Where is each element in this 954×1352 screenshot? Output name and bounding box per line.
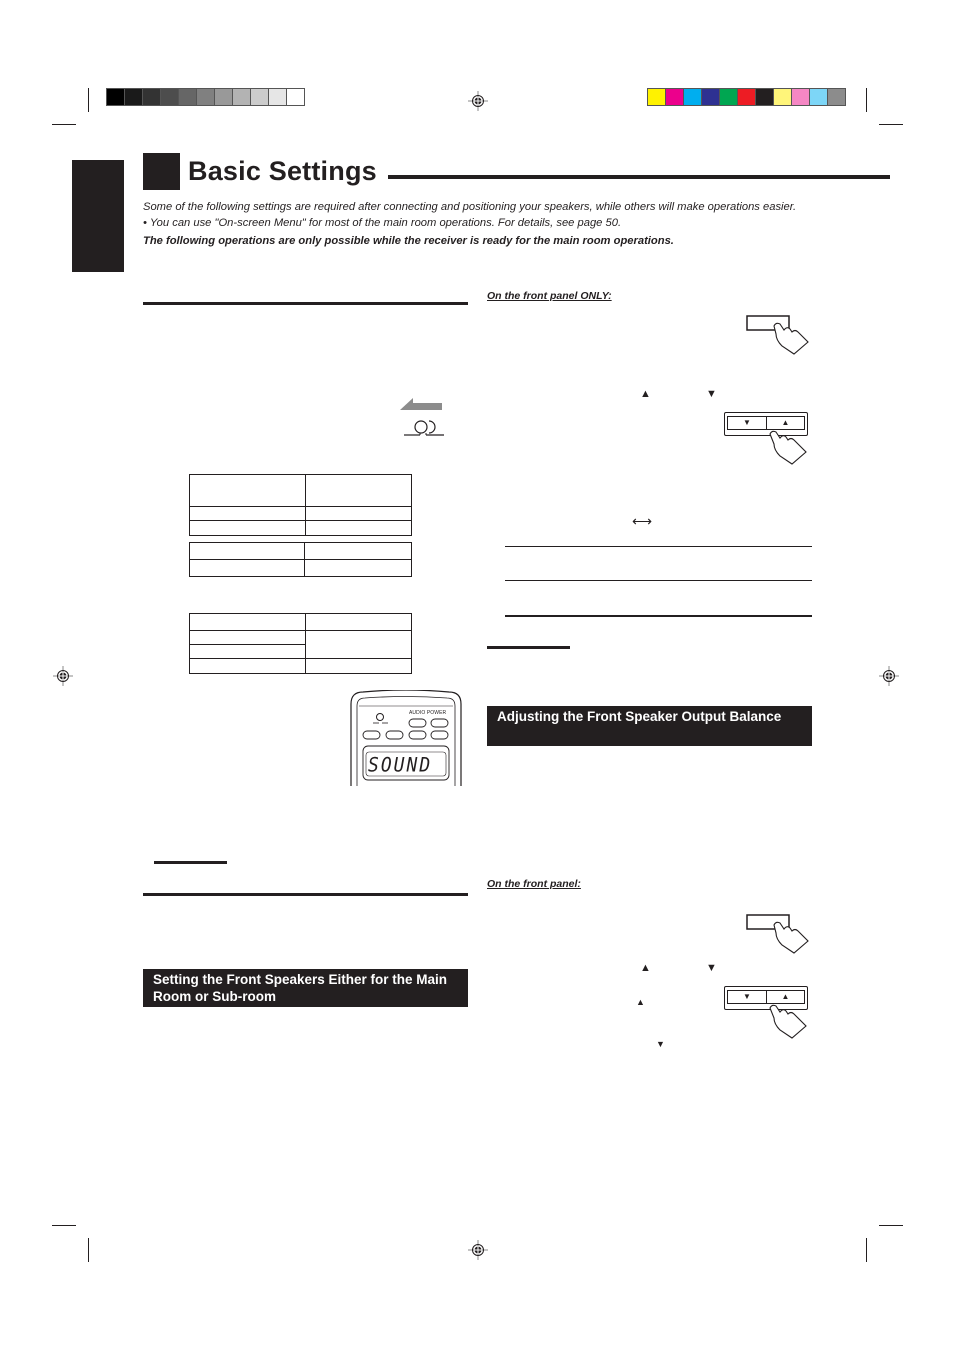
front-panel-only-label: On the front panel ONLY: bbox=[487, 290, 612, 302]
up-arrow-icon: ▲ bbox=[636, 997, 645, 1007]
registration-mark-icon bbox=[53, 666, 73, 686]
pointing-hand-icon bbox=[769, 1004, 807, 1039]
audio-power-label: AUDIO POWER bbox=[409, 710, 447, 716]
table-cell bbox=[305, 630, 412, 659]
down-arrow-icon: ▼ bbox=[656, 1039, 665, 1049]
section-rule bbox=[143, 893, 468, 896]
crop-mark bbox=[88, 1238, 89, 1262]
color-swatch bbox=[648, 89, 665, 105]
intro-bold-note: The following operations are only possib… bbox=[143, 235, 674, 247]
panel-down-button: ▼ bbox=[727, 416, 767, 430]
table-cell bbox=[305, 474, 412, 507]
front-panel-label: On the front panel: bbox=[487, 878, 581, 890]
double-arrow-icon: ⟷ bbox=[632, 513, 653, 529]
color-swatch bbox=[179, 89, 196, 105]
color-swatch bbox=[774, 89, 791, 105]
divider-line bbox=[505, 615, 812, 617]
table-cell bbox=[304, 559, 412, 577]
intro-section: Some of the following settings are requi… bbox=[143, 200, 803, 249]
short-rule bbox=[154, 861, 227, 864]
up-arrow-icon: ▲ bbox=[640, 962, 651, 974]
color-swatch bbox=[107, 89, 124, 105]
page-title: Basic Settings bbox=[188, 156, 377, 186]
down-arrow-icon: ▼ bbox=[706, 962, 717, 974]
table-cell bbox=[189, 520, 306, 536]
crop-mark bbox=[52, 1225, 76, 1226]
section-heading-front-speakers: Setting the Front Speakers Either for th… bbox=[143, 969, 468, 1007]
color-swatch bbox=[810, 89, 827, 105]
crop-mark bbox=[866, 1238, 867, 1262]
crop-mark bbox=[866, 88, 867, 112]
title-rule bbox=[388, 175, 890, 179]
color-swatch bbox=[702, 89, 719, 105]
color-swatch bbox=[666, 89, 683, 105]
table-cell bbox=[189, 644, 306, 659]
down-arrow-icon: ▼ bbox=[706, 388, 717, 400]
crop-mark bbox=[879, 124, 903, 125]
settings-table-2 bbox=[189, 542, 412, 577]
divider-line bbox=[505, 546, 812, 547]
pointing-hand-icon bbox=[769, 430, 807, 465]
section-heading-balance: Adjusting the Front Speaker Output Balan… bbox=[487, 706, 812, 746]
table-cell bbox=[305, 506, 412, 521]
table-cell bbox=[305, 613, 412, 631]
table-cell bbox=[189, 474, 306, 507]
color-swatch bbox=[125, 89, 142, 105]
color-swatch bbox=[684, 89, 701, 105]
color-swatch bbox=[287, 89, 304, 105]
settings-table-1 bbox=[189, 474, 412, 536]
color-swatch bbox=[720, 89, 737, 105]
divider-line bbox=[505, 580, 812, 581]
table-cell bbox=[189, 542, 305, 560]
settings-table-3 bbox=[189, 613, 412, 674]
color-swatch bbox=[756, 89, 773, 105]
process-color-bar bbox=[647, 88, 846, 106]
press-button-icon bbox=[746, 914, 809, 954]
language-side-tab bbox=[72, 160, 124, 272]
table-cell bbox=[305, 520, 412, 536]
crop-mark bbox=[88, 88, 89, 112]
short-rule bbox=[487, 646, 570, 649]
intro-bullet: • You can use "On-screen Menu" for most … bbox=[143, 217, 622, 229]
color-swatch bbox=[161, 89, 178, 105]
section-rule bbox=[143, 302, 468, 305]
crop-mark bbox=[52, 124, 76, 125]
arrow-left-icon bbox=[400, 398, 442, 410]
panel-down-button: ▼ bbox=[727, 990, 767, 1004]
table-cell bbox=[189, 559, 305, 577]
title-marker-block bbox=[143, 153, 180, 190]
intro-text: Some of the following settings are requi… bbox=[143, 201, 797, 213]
color-swatch bbox=[269, 89, 286, 105]
registration-mark-icon bbox=[879, 666, 899, 686]
color-swatch bbox=[233, 89, 250, 105]
press-button-icon bbox=[746, 315, 809, 355]
remote-control-illustration: AUDIO POWER SOUND bbox=[349, 690, 463, 786]
color-swatch bbox=[251, 89, 268, 105]
table-cell bbox=[189, 613, 306, 631]
color-swatch bbox=[828, 89, 845, 105]
crop-mark bbox=[879, 1225, 903, 1226]
color-swatch bbox=[197, 89, 214, 105]
color-swatch bbox=[792, 89, 809, 105]
registration-mark-icon bbox=[468, 91, 488, 111]
table-cell bbox=[304, 542, 412, 560]
surround-button-icon bbox=[404, 420, 444, 436]
table-cell bbox=[305, 658, 412, 674]
table-cell bbox=[189, 506, 306, 521]
up-arrow-icon: ▲ bbox=[640, 388, 651, 400]
color-swatch bbox=[215, 89, 232, 105]
registration-mark-icon bbox=[468, 1240, 488, 1260]
remote-display-text: SOUND bbox=[368, 753, 433, 778]
table-cell bbox=[189, 658, 306, 674]
color-swatch bbox=[738, 89, 755, 105]
color-swatch bbox=[143, 89, 160, 105]
grayscale-color-bar bbox=[106, 88, 305, 106]
table-cell bbox=[189, 630, 306, 645]
